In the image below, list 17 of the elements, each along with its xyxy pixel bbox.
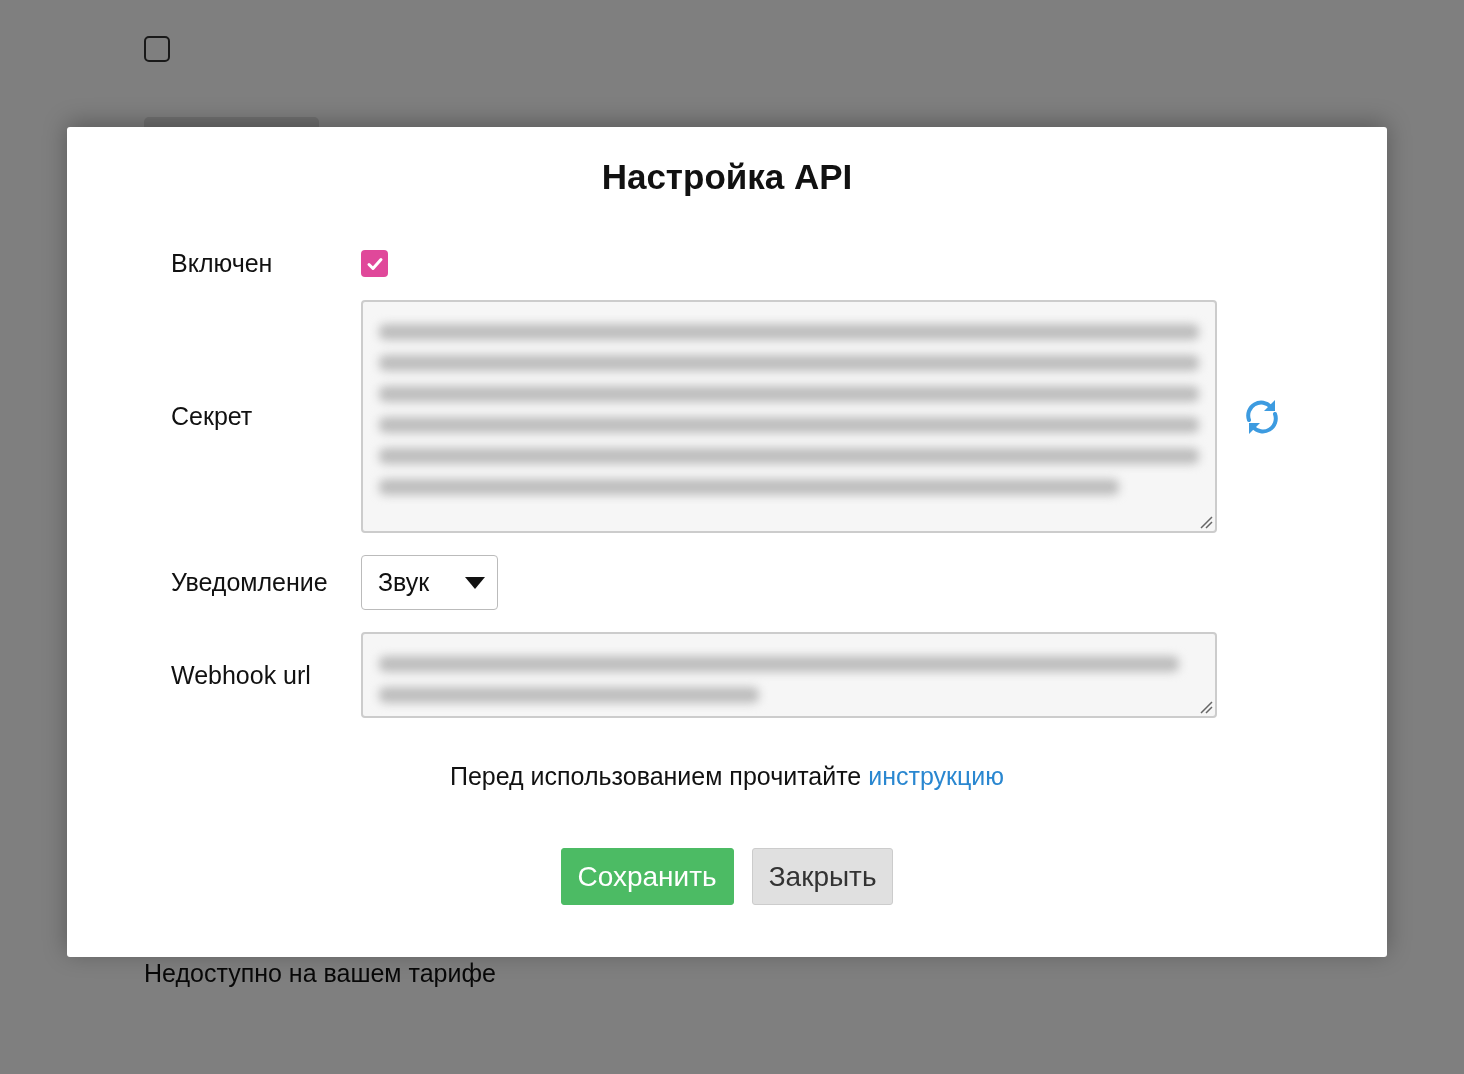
caret-icon xyxy=(465,576,485,589)
field-label: Включен xyxy=(171,249,274,278)
webhook-url-field[interactable] xyxy=(361,632,1217,718)
instruction-note: Перед использованием прочитайте инструкцию xyxy=(449,762,1005,791)
checkbox[interactable] xyxy=(361,250,388,277)
field-label: Секрет xyxy=(171,402,254,431)
field-label: Уведомление xyxy=(171,568,329,597)
resize-handle-icon[interactable] xyxy=(1199,515,1213,529)
notice-text: Недоступно на вашем тарифе xyxy=(144,959,496,987)
resize-handle-icon[interactable] xyxy=(1199,700,1213,714)
instruction-link[interactable]: инструкцию xyxy=(868,762,1005,790)
notification-select[interactable]: Звук xyxy=(361,555,498,610)
secret-field[interactable] xyxy=(361,300,1217,533)
field-label: Webhook url xyxy=(171,660,312,690)
dialog-title: Настройка API xyxy=(601,157,853,197)
checkbox[interactable] xyxy=(144,36,170,62)
close-button[interactable]: Закрыть xyxy=(751,848,894,905)
